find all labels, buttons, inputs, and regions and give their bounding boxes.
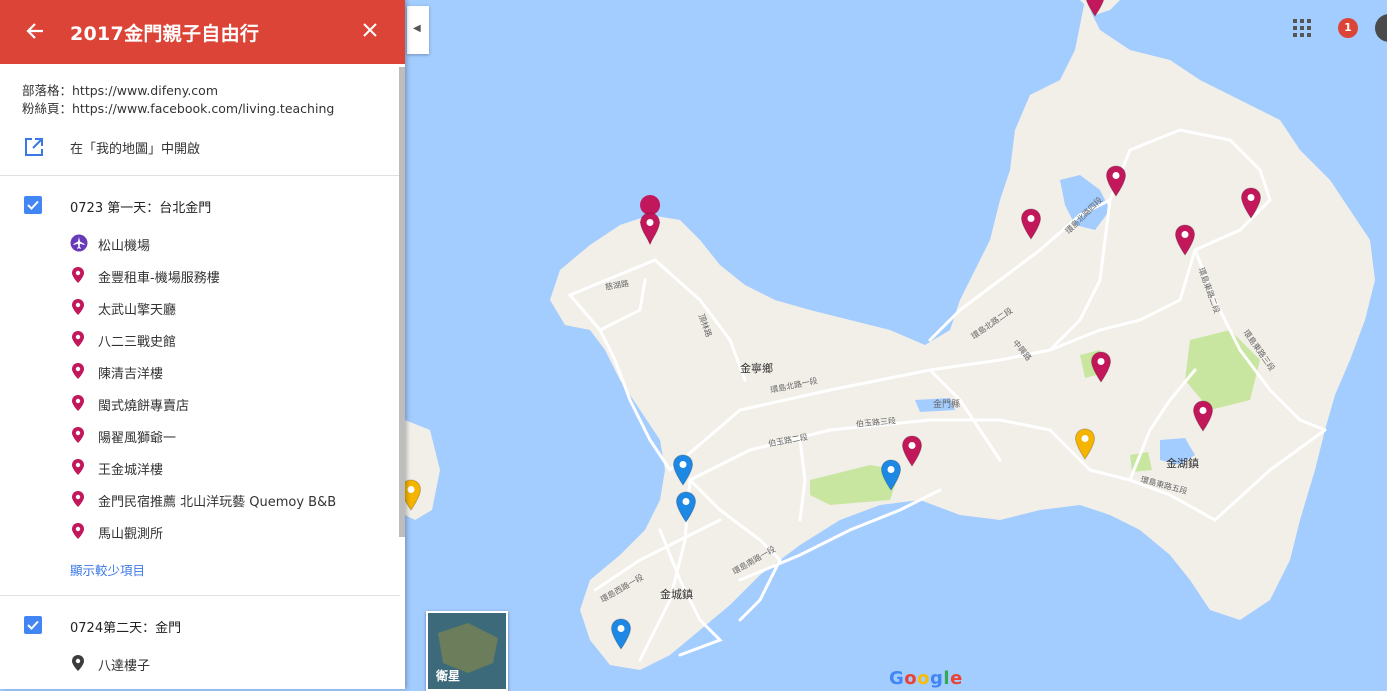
map-legend-panel: 2017金門親子自由行 部落格：https://www.difeny.com 粉…: [0, 0, 405, 689]
divider: [0, 595, 400, 596]
description-line: 粉絲頁：https://www.facebook.com/living.teac…: [22, 101, 335, 116]
map-title: 2017金門親子自由行: [70, 23, 260, 45]
panel-header: 2017金門親子自由行: [0, 0, 405, 64]
list-item[interactable]: 陽翟風獅爺一: [0, 420, 400, 450]
list-item-label: 陳清吉洋樓: [98, 367, 164, 382]
list-item[interactable]: 金豐租車-機場服務樓: [0, 260, 400, 290]
map-pin-icon: [70, 330, 86, 348]
layer-checkbox[interactable]: [24, 616, 42, 634]
layer-name: 0723 第一天：台北金門: [70, 201, 212, 216]
map-pin-icon: [70, 394, 86, 412]
map-label-jinmen-county: 金門縣: [933, 400, 961, 410]
show-less-link[interactable]: 顯示較少項目: [70, 560, 145, 579]
list-item[interactable]: 八達樓子: [0, 648, 400, 678]
list-item-label: 松山機場: [98, 239, 151, 254]
open-external-icon: [25, 138, 43, 156]
list-item-label: 王金城洋樓: [98, 463, 164, 478]
open-in-my-maps-link[interactable]: 在「我的地圖」中開啟: [0, 132, 400, 162]
map-pin-icon: [70, 362, 86, 380]
close-icon[interactable]: [357, 16, 383, 44]
layer-checkbox[interactable]: [24, 196, 42, 214]
list-item-label: 太武山擎天廳: [98, 303, 177, 318]
layer-header-day2: 0724第二天：金門: [0, 611, 400, 641]
map-label-jinning: 金寧鄉: [740, 362, 773, 375]
list-item[interactable]: 八二三戰史館: [0, 324, 400, 354]
list-item-label: 八二三戰史館: [98, 335, 177, 350]
map-pin-icon: [70, 654, 86, 672]
list-item[interactable]: 陳清吉洋樓: [0, 356, 400, 386]
map-pin-icon: [70, 490, 86, 508]
layer-header-day1: 0723 第一天：台北金門: [0, 191, 400, 221]
map-pin-icon: [70, 458, 86, 476]
list-item-label: 馬山觀測所: [98, 527, 164, 542]
list-item[interactable]: 太武山擎天廳: [0, 292, 400, 322]
description-line: 部落格：https://www.difeny.com: [22, 83, 219, 98]
list-item-label: 八達樓子: [98, 659, 151, 674]
list-item-label: 陽翟風獅爺一: [98, 431, 177, 446]
notification-badge[interactable]: 1: [1338, 18, 1358, 38]
map-pin-icon: [70, 426, 86, 444]
caret-left-icon: ◀: [413, 23, 421, 34]
back-arrow-icon[interactable]: [22, 18, 48, 44]
map-label-jinhu: 金湖鎮: [1166, 457, 1199, 470]
satellite-toggle[interactable]: 衛星: [426, 611, 508, 691]
list-item-label: 閩式燒餅專賣店: [98, 399, 190, 414]
list-item[interactable]: 王金城洋樓: [0, 452, 400, 482]
list-item[interactable]: 閩式燒餅專賣店: [0, 388, 400, 418]
list-item[interactable]: 馬山觀測所: [0, 516, 400, 546]
map-description: 部落格：https://www.difeny.com 粉絲頁：https://w…: [0, 64, 405, 118]
airplane-icon: [70, 234, 88, 252]
divider: [0, 175, 400, 176]
layer-name: 0724第二天：金門: [70, 621, 182, 636]
list-item-label: 金門民宿推薦 北山洋玩藝 Quemoy B&B: [98, 495, 337, 510]
apps-grid-icon[interactable]: [1293, 19, 1311, 37]
map-pin-icon: [70, 266, 86, 284]
map-pin-icon: [70, 298, 86, 316]
list-item[interactable]: 松山機場: [0, 228, 400, 258]
map-label-jincheng: 金城鎮: [660, 588, 693, 601]
open-in-my-maps-label: 在「我的地圖」中開啟: [70, 142, 201, 157]
collapse-panel-button[interactable]: ◀: [407, 6, 429, 54]
satellite-label: 衛星: [436, 669, 461, 683]
list-item[interactable]: 金門民宿推薦 北山洋玩藝 Quemoy B&B: [0, 484, 400, 514]
scrollbar[interactable]: [399, 67, 405, 537]
map-pin-icon: [70, 522, 86, 540]
google-logo: Google: [889, 668, 963, 689]
list-item-label: 金豐租車-機場服務樓: [98, 271, 220, 286]
